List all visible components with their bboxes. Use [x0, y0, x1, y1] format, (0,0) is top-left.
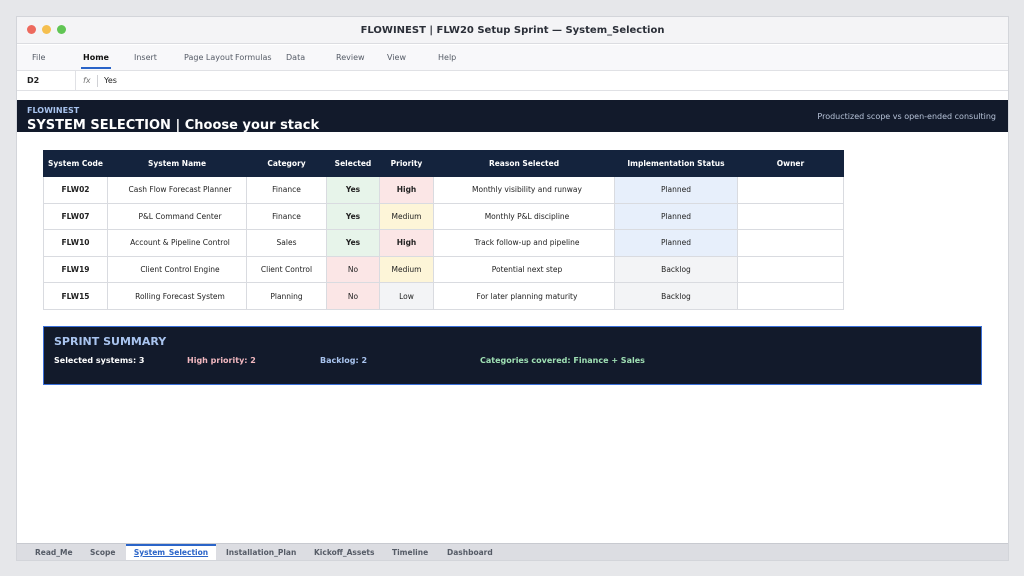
- ribbon-tab-review[interactable]: Review: [336, 53, 365, 62]
- formula-input[interactable]: Yes: [104, 76, 117, 85]
- category-cell[interactable]: Finance: [246, 176, 327, 204]
- status-cell[interactable]: Backlog: [614, 255, 738, 284]
- column-header-implementation-status[interactable]: Implementation Status: [614, 150, 738, 177]
- status-cell[interactable]: Planned: [614, 176, 738, 204]
- column-header-owner[interactable]: Owner: [737, 150, 844, 177]
- sprint-summary-panel: SPRINT SUMMARY Selected systems: 3 High …: [43, 326, 982, 385]
- reason-cell[interactable]: For later planning maturity: [433, 282, 615, 310]
- owner-cell[interactable]: [737, 176, 844, 204]
- category-cell[interactable]: Planning: [246, 282, 327, 310]
- status-cell[interactable]: Planned: [614, 229, 738, 257]
- owner-cell[interactable]: [737, 229, 844, 257]
- system-name-cell[interactable]: Client Control Engine: [107, 255, 247, 284]
- sheet-tab-read-me[interactable]: Read_Me: [35, 544, 73, 560]
- page-title: SYSTEM SELECTION | Choose your stack: [27, 118, 320, 133]
- sheet-tab-timeline[interactable]: Timeline: [392, 544, 428, 560]
- formula-bar: D2 fx Yes: [17, 71, 1008, 91]
- priority-cell[interactable]: Medium: [379, 202, 434, 231]
- sheet-tab-bar: Read_Me Scope System_Selection Installat…: [17, 543, 1008, 560]
- category-cell[interactable]: Sales: [246, 229, 327, 257]
- system-name-cell[interactable]: Rolling Forecast System: [107, 282, 247, 310]
- formula-divider: [97, 75, 98, 87]
- ribbon-tab-view[interactable]: View: [387, 53, 406, 62]
- summary-backlog-count: Backlog: 2: [320, 356, 368, 365]
- sheet-tab-dashboard[interactable]: Dashboard: [447, 544, 493, 560]
- priority-cell[interactable]: Medium: [379, 255, 434, 284]
- summary-selected-count: Selected systems: 3: [54, 356, 145, 365]
- active-tab-indicator: [81, 67, 111, 69]
- sheet-tab-kickoff-assets[interactable]: Kickoff_Assets: [314, 544, 374, 560]
- brand-label: FLOWINEST: [27, 106, 80, 115]
- sheet-tab-scope[interactable]: Scope: [90, 544, 115, 560]
- reason-cell[interactable]: Monthly visibility and runway: [433, 176, 615, 204]
- fx-icon[interactable]: fx: [83, 76, 91, 85]
- selected-cell[interactable]: Yes: [326, 229, 380, 257]
- sheet-tab-installation-plan[interactable]: Installation_Plan: [226, 544, 296, 560]
- column-header-category[interactable]: Category: [246, 150, 327, 177]
- table-row: FLW15 Rolling Forecast System Planning N…: [43, 282, 844, 310]
- ribbon-tab-page-layout[interactable]: Page Layout: [184, 53, 233, 62]
- system-code-cell[interactable]: FLW02: [43, 176, 108, 204]
- status-cell[interactable]: Backlog: [614, 282, 738, 310]
- column-header-selected[interactable]: Selected: [326, 150, 380, 177]
- table-header-row: System Code System Name Category Selecte…: [43, 150, 844, 177]
- reason-cell[interactable]: Track follow-up and pipeline: [433, 229, 615, 257]
- table-row: FLW10 Account & Pipeline Control Sales Y…: [43, 229, 844, 257]
- banner-tagline: Productized scope vs open-ended consulti…: [817, 112, 996, 121]
- table-row: FLW02 Cash Flow Forecast Planner Finance…: [43, 176, 844, 204]
- owner-cell[interactable]: [737, 202, 844, 231]
- ribbon-tab-help[interactable]: Help: [438, 53, 456, 62]
- ribbon-tab-file[interactable]: File: [32, 53, 45, 62]
- ribbon-tab-insert[interactable]: Insert: [134, 53, 157, 62]
- column-header-priority[interactable]: Priority: [379, 150, 434, 177]
- system-selection-table: System Code System Name Category Selecte…: [43, 150, 844, 310]
- title-bar: FLOWINEST | FLW20 Setup Sprint — System_…: [17, 17, 1008, 44]
- selected-cell[interactable]: No: [326, 255, 380, 284]
- ribbon-tab-home[interactable]: Home: [83, 53, 109, 62]
- summary-categories: Categories covered: Finance + Sales: [480, 356, 645, 365]
- formula-divider: [75, 71, 76, 91]
- table-row: FLW19 Client Control Engine Client Contr…: [43, 255, 844, 284]
- system-code-cell[interactable]: FLW10: [43, 229, 108, 257]
- selected-cell[interactable]: No: [326, 282, 380, 310]
- page-banner: FLOWINEST SYSTEM SELECTION | Choose your…: [17, 100, 1008, 133]
- cell-reference-box[interactable]: D2: [27, 76, 39, 85]
- system-name-cell[interactable]: Account & Pipeline Control: [107, 229, 247, 257]
- summary-high-priority-count: High priority: 2: [187, 356, 256, 365]
- spreadsheet-window: FLOWINEST | FLW20 Setup Sprint — System_…: [16, 16, 1009, 561]
- category-cell[interactable]: Finance: [246, 202, 327, 231]
- priority-cell[interactable]: High: [379, 229, 434, 257]
- column-header-system-code[interactable]: System Code: [43, 150, 108, 177]
- system-code-cell[interactable]: FLW07: [43, 202, 108, 231]
- table-row: FLW07 P&L Command Center Finance Yes Med…: [43, 202, 844, 231]
- priority-cell[interactable]: High: [379, 176, 434, 204]
- selected-cell[interactable]: Yes: [326, 202, 380, 231]
- system-name-cell[interactable]: P&L Command Center: [107, 202, 247, 231]
- ribbon-tab-data[interactable]: Data: [286, 53, 305, 62]
- ribbon-tabs: File Home Insert Page Layout Formulas Da…: [17, 45, 1008, 71]
- system-code-cell[interactable]: FLW15: [43, 282, 108, 310]
- category-cell[interactable]: Client Control: [246, 255, 327, 284]
- system-code-cell[interactable]: FLW19: [43, 255, 108, 284]
- reason-cell[interactable]: Monthly P&L discipline: [433, 202, 615, 231]
- sheet-tab-system-selection[interactable]: System_Selection: [126, 544, 216, 560]
- summary-title: SPRINT SUMMARY: [54, 335, 167, 348]
- selected-cell[interactable]: Yes: [326, 176, 380, 204]
- window-title: FLOWINEST | FLW20 Setup Sprint — System_…: [360, 25, 665, 36]
- priority-cell[interactable]: Low: [379, 282, 434, 310]
- reason-cell[interactable]: Potential next step: [433, 255, 615, 284]
- system-name-cell[interactable]: Cash Flow Forecast Planner: [107, 176, 247, 204]
- owner-cell[interactable]: [737, 255, 844, 284]
- column-header-reason-selected[interactable]: Reason Selected: [433, 150, 615, 177]
- column-header-system-name[interactable]: System Name: [107, 150, 247, 177]
- ribbon-tab-formulas[interactable]: Formulas: [235, 53, 272, 62]
- status-cell[interactable]: Planned: [614, 202, 738, 231]
- owner-cell[interactable]: [737, 282, 844, 310]
